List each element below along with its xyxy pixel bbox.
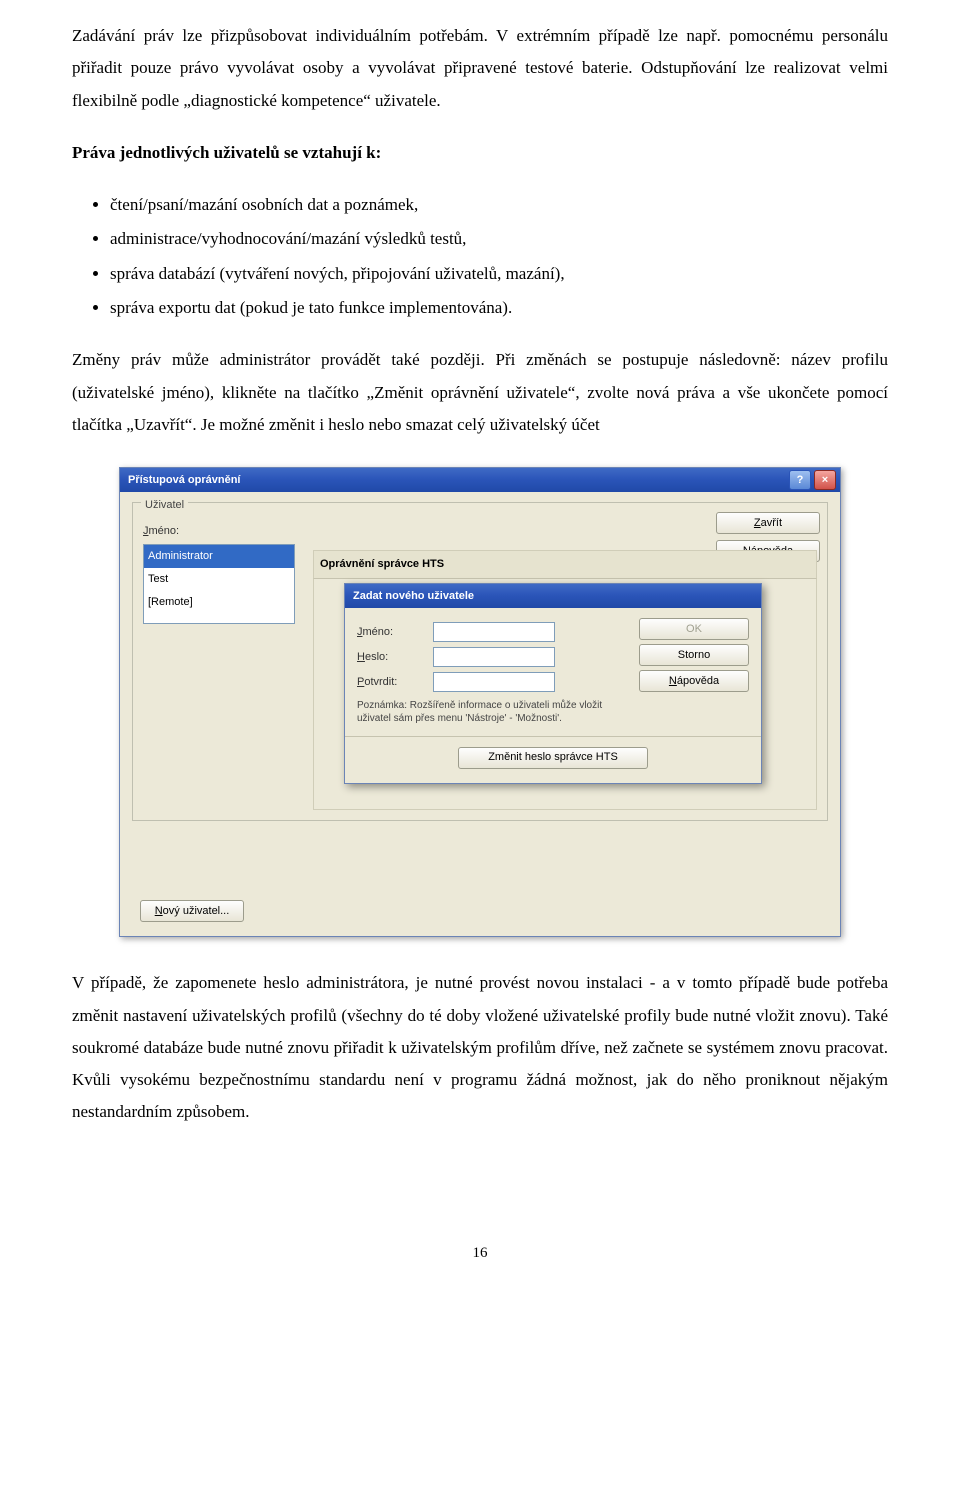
- list-item: správa exportu dat (pokud je tato funkce…: [110, 292, 888, 324]
- name-input[interactable]: [433, 622, 555, 642]
- dialog-screenshot: Přístupová oprávnění ? × Zavřít Nápověda…: [72, 467, 888, 937]
- sub-window-title: Zadat nového uživatele: [353, 586, 757, 607]
- list-item[interactable]: [Remote]: [144, 591, 294, 614]
- list-item: správa databází (vytváření nových, připo…: [110, 258, 888, 290]
- access-permission-window: Přístupová oprávnění ? × Zavřít Nápověda…: [119, 467, 841, 937]
- list-item: čtení/psaní/mazání osobních dat a poznám…: [110, 189, 888, 221]
- help-icon[interactable]: ?: [789, 470, 811, 490]
- change-admin-password-button[interactable]: Změnit heslo správce HTS: [458, 747, 648, 769]
- list-item: administrace/vyhodnocování/mazání výsled…: [110, 223, 888, 255]
- password-label: Heslo:: [357, 647, 427, 668]
- sub-titlebar: Zadat nového uživatele: [345, 584, 761, 608]
- user-groupbox: Uživatel Jméno: Administrator Test [Remo…: [132, 502, 828, 821]
- rights-list: čtení/psaní/mazání osobních dat a poznám…: [72, 189, 888, 324]
- paragraph-intro: Zadávání práv lze přizpůsobovat individu…: [72, 20, 888, 117]
- name-label: Jméno:: [357, 622, 427, 643]
- paragraph-footer: V případě, že zapomenete heslo administr…: [72, 967, 888, 1128]
- sub-help-button[interactable]: Nápověda: [639, 670, 749, 692]
- groupbox-legend: Uživatel: [141, 495, 188, 516]
- username-label: Jméno:: [143, 521, 295, 542]
- list-item[interactable]: Administrator: [144, 545, 294, 568]
- paragraph-changes: Změny práv může administrátor provádět t…: [72, 344, 888, 441]
- permissions-panel-title: Oprávnění správce HTS: [313, 550, 817, 579]
- rights-heading: Práva jednotlivých uživatelů se vztahují…: [72, 137, 888, 169]
- user-listbox[interactable]: Administrator Test [Remote]: [143, 544, 295, 624]
- password-input[interactable]: [433, 647, 555, 667]
- page-number: 16: [72, 1239, 888, 1268]
- note-text: Poznámka: Rozšířeně informace o uživatel…: [357, 699, 629, 726]
- ok-button[interactable]: OK: [639, 618, 749, 640]
- permissions-panel: Zadat nového uživatele Jméno:: [313, 579, 817, 810]
- confirm-label: Potvrdit:: [357, 672, 427, 693]
- cancel-button[interactable]: Storno: [639, 644, 749, 666]
- close-icon[interactable]: ×: [814, 470, 836, 490]
- list-item[interactable]: Test: [144, 568, 294, 591]
- confirm-input[interactable]: [433, 672, 555, 692]
- new-user-dialog: Zadat nového uživatele Jméno:: [344, 583, 762, 784]
- window-title: Přístupová oprávnění: [128, 470, 786, 491]
- new-user-button[interactable]: Nový uživatel...: [140, 900, 244, 922]
- titlebar: Přístupová oprávnění ? ×: [120, 468, 840, 492]
